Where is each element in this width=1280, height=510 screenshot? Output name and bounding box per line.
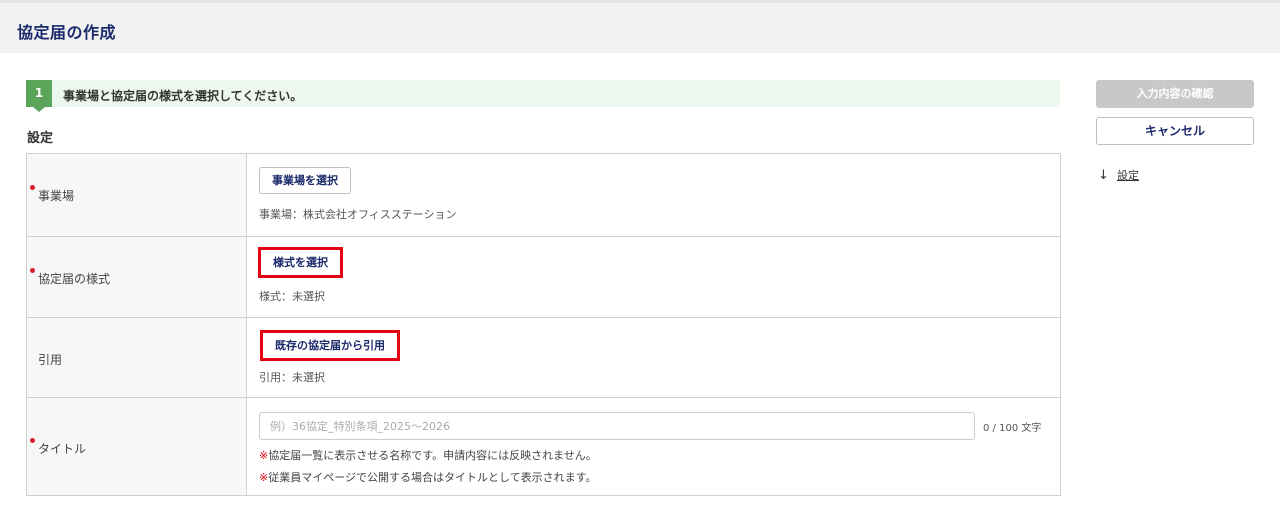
title-note-1: ※協定届一覧に表示させる名称です。申請内容には反映されません。 (259, 447, 597, 463)
template-label: 協定届の様式 (38, 272, 111, 286)
form-row-quote: 引用 既存の協定届から引用 引用：未選択 (27, 317, 1060, 397)
note-text: 協定届一覧に表示させる名称です。申請内容には反映されません。 (268, 449, 597, 462)
form-value-cell: 既存の協定届から引用 引用：未選択 (247, 318, 1060, 397)
arrow-down-icon: ↓ (1098, 167, 1109, 183)
note-mark: ※ (259, 471, 269, 484)
step-instruction-text: 事業場と協定届の様式を選択してください。 (63, 89, 303, 103)
note-mark: ※ (259, 449, 269, 462)
workplace-label: 事業場 (38, 189, 75, 203)
select-template-button[interactable]: 様式を選択 (258, 247, 343, 278)
select-workplace-button[interactable]: 事業場を選択 (259, 167, 351, 194)
cancel-button[interactable]: キャンセル (1096, 117, 1254, 145)
form-row-title: タイトル 0 / 100 文字 ※協定届一覧に表示させる名称です。申請内容には反… (27, 397, 1060, 495)
step-number-badge: 1 (26, 80, 52, 112)
note-text: 従業員マイページで公開する場合はタイトルとして表示されます。 (268, 471, 597, 484)
required-marker (30, 185, 35, 190)
template-value: 様式：未選択 (259, 290, 325, 303)
form-label-cell: 引用 (27, 318, 247, 397)
form-row-workplace: 事業場 事業場を選択 事業場：株式会社オフィスステーション (27, 154, 1060, 236)
title-label: タイトル (38, 442, 87, 456)
quote-existing-button[interactable]: 既存の協定届から引用 (260, 330, 400, 361)
page-header: 協定届の作成 (0, 3, 1280, 53)
title-input[interactable] (259, 412, 975, 440)
form-value-cell: 事業場を選択 事業場：株式会社オフィスステーション (247, 154, 1060, 236)
form-label-cell: 事業場 (27, 154, 247, 236)
title-note-2: ※従業員マイページで公開する場合はタイトルとして表示されます。 (259, 469, 597, 485)
required-marker (30, 438, 35, 443)
form-label-cell: タイトル (27, 398, 247, 495)
section-title: 設定 (27, 131, 54, 146)
form-value-cell: 様式を選択 様式：未選択 (247, 237, 1060, 317)
settings-anchor-label: 設定 (1117, 169, 1139, 182)
confirm-input-button[interactable]: 入力内容の確認 (1096, 80, 1254, 108)
settings-form-table: 事業場 事業場を選択 事業場：株式会社オフィスステーション 協定届の様式 様式を… (26, 153, 1061, 496)
page-title: 協定届の作成 (17, 23, 117, 42)
required-marker (30, 268, 35, 273)
form-value-cell: 0 / 100 文字 ※協定届一覧に表示させる名称です。申請内容には反映されませ… (247, 398, 1060, 495)
quote-value: 引用：未選択 (259, 371, 325, 384)
quote-label: 引用 (38, 353, 63, 367)
settings-anchor-link[interactable]: ↓ 設定 (1098, 167, 1139, 183)
form-label-cell: 協定届の様式 (27, 237, 247, 317)
step-instruction-bar: 1 事業場と協定届の様式を選択してください。 (26, 80, 1060, 112)
title-char-count: 0 / 100 文字 (983, 423, 1042, 434)
workplace-value: 事業場：株式会社オフィスステーション (259, 208, 457, 221)
form-row-template: 協定届の様式 様式を選択 様式：未選択 (27, 236, 1060, 317)
